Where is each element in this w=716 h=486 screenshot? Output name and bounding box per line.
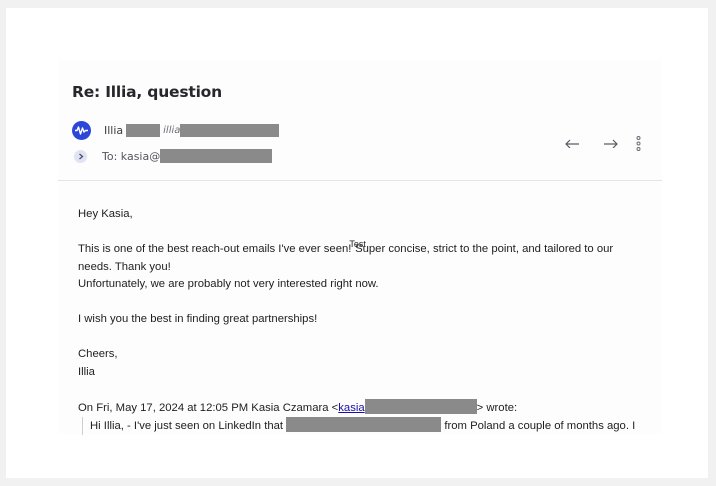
body-paragraph: This is one of the best reach-out emails… [78, 239, 653, 259]
forward-button[interactable] [600, 133, 620, 153]
email-body: Hey Kasia, This is one of the best reach… [78, 206, 653, 435]
email-card: Re: Illia, question Illia illia To: kasi… [6, 8, 708, 478]
recipient-label: To: kasia@ [102, 149, 161, 163]
quote-header: On Fri, May 17, 2024 at 12:05 PM Kasia C… [78, 398, 653, 418]
recipient-row: To: kasia@ [74, 148, 273, 164]
quoted-email-link[interactable]: kasia [338, 402, 364, 414]
reply-arrow-icon [564, 139, 579, 148]
more-options-button[interactable] [632, 133, 644, 153]
signature: Illia [78, 365, 95, 378]
closing: Cheers, [78, 348, 118, 360]
header-divider [58, 180, 662, 181]
body-line: I wish you the best in finding great par… [78, 313, 318, 325]
sender-email: illia [163, 124, 181, 136]
reply-button[interactable] [562, 133, 582, 153]
quoted-text: Hi Illia, - I've just seen on LinkedIn t… [82, 417, 653, 435]
sender-row[interactable]: Illia illia [72, 120, 280, 140]
more-vertical-icon [636, 135, 640, 151]
body-text-segment: This is one of the best reach-out emails… [78, 243, 352, 255]
forward-arrow-icon [603, 139, 618, 148]
sender-name: Illia [104, 123, 124, 137]
redacted-block [364, 398, 477, 414]
greeting: Hey Kasia, [78, 208, 133, 220]
body-text-segment: Super concise, strict to the point, and … [351, 243, 614, 255]
test-overlay-label: Test [349, 239, 366, 249]
redacted-block [160, 149, 273, 163]
body-line: needs. Thank you! [78, 260, 171, 273]
redacted-block [180, 123, 280, 137]
redacted-block [286, 417, 442, 432]
redacted-block [126, 123, 161, 137]
email-subject: Re: Illia, question [72, 83, 222, 101]
email-message: Re: Illia, question Illia illia To: kasi… [58, 60, 662, 435]
message-actions [562, 133, 644, 153]
body-line: Unfortunately, we are probably not very … [78, 278, 379, 290]
chevron-right-icon[interactable] [74, 149, 87, 163]
waveform-icon [72, 120, 91, 140]
